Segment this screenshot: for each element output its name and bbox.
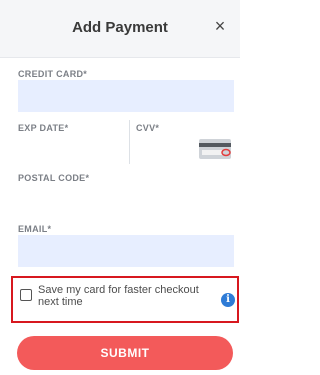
cvv-label: CVV* bbox=[136, 123, 160, 133]
save-card-label: Save my card for faster checkout next ti… bbox=[38, 284, 199, 308]
save-card-option[interactable]: Save my card for faster checkout next ti… bbox=[11, 276, 239, 323]
modal-header: Add Payment × bbox=[0, 0, 240, 58]
credit-card-input[interactable] bbox=[18, 80, 234, 112]
exp-date-label: EXP DATE* bbox=[18, 123, 69, 133]
submit-button[interactable]: SUBMIT bbox=[17, 336, 233, 370]
modal-title: Add Payment bbox=[72, 19, 168, 36]
field-divider bbox=[129, 120, 130, 164]
postal-code-label: POSTAL CODE* bbox=[18, 173, 90, 183]
email-input[interactable] bbox=[18, 235, 234, 267]
email-label: EMAIL* bbox=[18, 224, 52, 234]
close-icon[interactable]: × bbox=[210, 14, 230, 38]
exp-date-input[interactable] bbox=[18, 133, 124, 163]
cvv-input[interactable] bbox=[136, 133, 196, 163]
info-icon[interactable]: i bbox=[221, 293, 235, 307]
postal-code-input[interactable] bbox=[18, 184, 234, 214]
save-card-checkbox[interactable] bbox=[20, 289, 32, 301]
credit-card-label: CREDIT CARD* bbox=[18, 69, 88, 79]
credit-card-back-icon bbox=[199, 139, 231, 159]
